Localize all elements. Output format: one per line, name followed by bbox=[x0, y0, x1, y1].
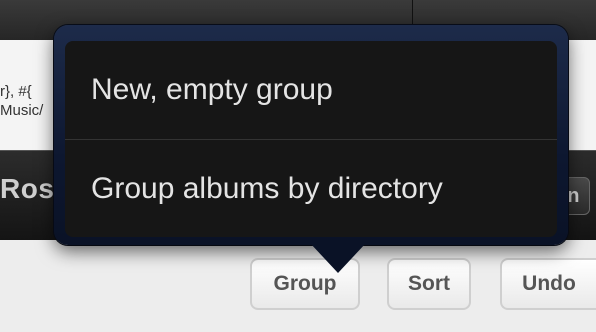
undo-button[interactable]: Undo bbox=[500, 258, 596, 310]
bottom-toolbar: Group Sort Undo bbox=[0, 240, 596, 332]
sort-button[interactable]: Sort bbox=[387, 258, 471, 310]
popover-arrow bbox=[310, 243, 366, 273]
popover-menu: New, empty group Group albums by directo… bbox=[65, 41, 557, 237]
album-title: Ros bbox=[0, 173, 55, 204]
menu-item-new-empty-group[interactable]: New, empty group bbox=[65, 41, 557, 139]
info-text-line-1: r}, #{ bbox=[0, 83, 32, 100]
menu-item-group-by-directory[interactable]: Group albums by directory bbox=[65, 139, 557, 237]
info-text-line-2: Music/ bbox=[0, 102, 44, 119]
group-popover: New, empty group Group albums by directo… bbox=[54, 25, 568, 273]
